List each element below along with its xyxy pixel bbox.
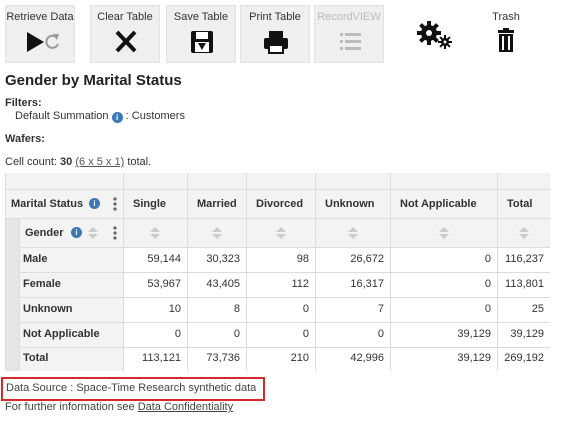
row-header[interactable]: Unknown: [23, 303, 73, 315]
sort-icon[interactable]: [275, 225, 287, 241]
row-header[interactable]: Male: [23, 253, 47, 265]
table-cell: 16,317: [350, 277, 384, 290]
table-cell: 0: [484, 252, 491, 265]
save-table-label: Save Table: [173, 11, 229, 23]
row-dimension-label: Marital Status: [11, 198, 84, 210]
table-cell: 0: [233, 327, 240, 340]
row-header[interactable]: Total: [23, 352, 48, 364]
table-cell: 39,129: [457, 352, 491, 364]
further-info-prefix: For further information see: [5, 401, 135, 413]
data-confidentiality-link[interactable]: Data Confidentiality: [138, 401, 233, 413]
table-cell: 59,144: [147, 252, 181, 265]
table-cell: 269,192: [504, 352, 544, 364]
clear-table-button[interactable]: Clear Table: [90, 5, 160, 63]
printer-icon: [264, 31, 288, 54]
sort-icon[interactable]: [438, 225, 450, 241]
vertical-ellipsis-icon[interactable]: [112, 225, 118, 241]
column-header[interactable]: Total: [507, 198, 532, 210]
recordview-button[interactable]: RecordVIEW: [314, 5, 384, 63]
gear-icon: [417, 21, 452, 49]
filter-name: Default Summation: [15, 110, 109, 122]
print-table-button[interactable]: Print Table: [240, 5, 310, 63]
sort-icon[interactable]: [211, 225, 223, 241]
clear-table-label: Clear Table: [97, 11, 153, 23]
table-cell: 0: [484, 302, 491, 315]
table-cell: 7: [377, 302, 384, 315]
recordview-label: RecordVIEW: [317, 11, 381, 23]
retrieve-data-label: Retrieve Data: [6, 11, 74, 23]
play-icon: [27, 32, 59, 52]
sort-icon[interactable]: [518, 225, 530, 241]
row-header[interactable]: Female: [23, 278, 61, 290]
toolbar: Retrieve Data Clear Table Save Table Pri…: [0, 0, 570, 66]
trash-icon: [498, 28, 514, 52]
table-cell: 113,121: [142, 352, 181, 364]
row-header[interactable]: Not Applicable: [23, 328, 100, 340]
table-cell: 0: [302, 327, 309, 340]
vertical-ellipsis-icon[interactable]: [112, 196, 118, 212]
trash-label: Trash: [492, 11, 520, 23]
further-info: For further information see Data Confide…: [5, 401, 233, 413]
trash-button[interactable]: Trash: [486, 5, 526, 58]
table-cell: 39,129: [510, 327, 544, 340]
table-cell: 30,323: [206, 252, 240, 265]
data-source-text: Data Source : Space-Time Research synthe…: [6, 382, 257, 394]
table-cell: 53,967: [147, 277, 181, 290]
column-header[interactable]: Not Applicable: [400, 198, 477, 210]
wafers-label: Wafers:: [5, 133, 45, 145]
print-table-label: Print Table: [249, 11, 301, 23]
filters-label: Filters:: [5, 97, 42, 109]
settings-button[interactable]: [410, 18, 460, 55]
table-cell: 10: [168, 302, 181, 315]
info-icon[interactable]: i: [89, 198, 100, 209]
table-cell: 39,129: [457, 327, 491, 340]
table-cell: 42,996: [350, 352, 384, 364]
cell-count-prefix: Cell count:: [5, 156, 57, 168]
floppy-save-icon: [191, 31, 213, 53]
save-table-button[interactable]: Save Table: [166, 5, 236, 63]
retrieve-data-button[interactable]: Retrieve Data: [5, 5, 75, 63]
data-source-note: Data Source : Space-Time Research synthe…: [1, 377, 265, 401]
filter-item: Default Summation i : Customers: [15, 110, 185, 123]
table-cell: 116,237: [505, 252, 544, 265]
table-cell: 8: [233, 302, 240, 315]
table-cell: 0: [484, 277, 491, 290]
close-icon: [115, 30, 137, 53]
table-cell: 112: [291, 277, 309, 290]
table-cell: 43,405: [206, 277, 240, 290]
cell-count: Cell count: 30 (6 x 5 x 1) total.: [5, 156, 151, 168]
table-cell: 113,801: [505, 277, 544, 290]
column-dimension-label: Gender: [25, 227, 64, 239]
crosstab-table: Marital Status i Gender i Single Married D…: [5, 173, 550, 371]
column-header[interactable]: Unknown: [325, 198, 375, 210]
cell-count-value: 30: [60, 156, 73, 168]
table-cell: 0: [174, 327, 181, 340]
sort-icon[interactable]: [149, 225, 161, 241]
column-header[interactable]: Divorced: [256, 198, 303, 210]
info-icon[interactable]: i: [71, 227, 82, 238]
table-cell: 0: [302, 302, 309, 315]
page-title: Gender by Marital Status: [5, 72, 182, 89]
column-header[interactable]: Single: [133, 198, 166, 210]
column-header[interactable]: Married: [197, 198, 237, 210]
list-icon: [340, 33, 361, 50]
sort-icon[interactable]: [87, 225, 99, 241]
info-icon[interactable]: i: [111, 112, 123, 123]
cell-count-dims-link[interactable]: (6 x 5 x 1): [75, 156, 124, 168]
table-cell: 210: [290, 352, 309, 364]
table-cell: 26,672: [350, 252, 384, 265]
sort-icon[interactable]: [347, 225, 359, 241]
table-cell: 0: [377, 327, 384, 340]
cell-count-suffix: total.: [127, 156, 152, 168]
table-cell: 25: [531, 302, 544, 315]
filter-value: : Customers: [125, 110, 185, 122]
table-cell: 98: [296, 252, 309, 265]
table-cell: 73,736: [206, 352, 240, 364]
